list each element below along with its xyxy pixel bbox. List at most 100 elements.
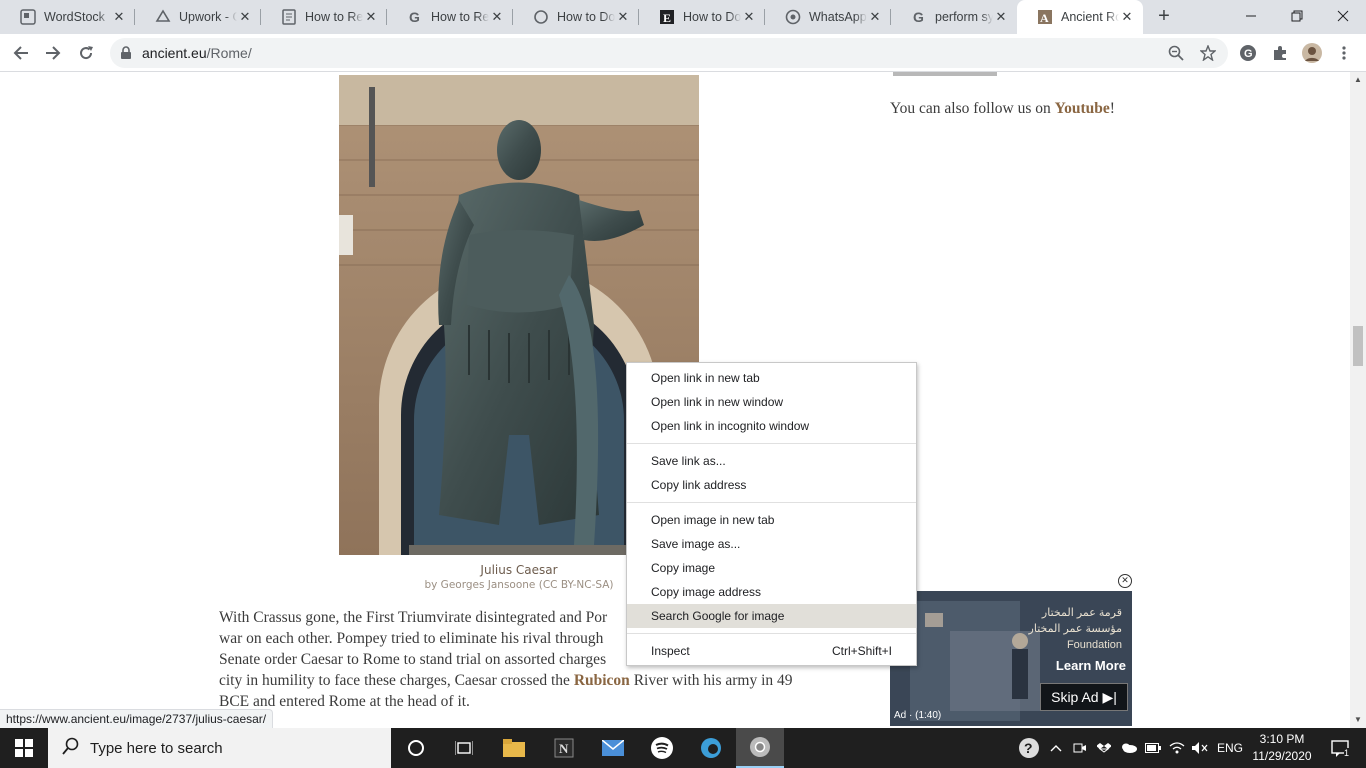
svg-text:N: N [559, 741, 569, 756]
zoom-icon[interactable] [1168, 45, 1184, 61]
save-image-as-item[interactable]: Save image as... [627, 532, 916, 556]
tab-ancient-rome[interactable]: A Ancient Ror ✕ [1017, 0, 1143, 34]
close-window-button[interactable] [1320, 0, 1366, 32]
tab-title: Upwork - G [179, 10, 237, 24]
skip-ad-button[interactable]: Skip Ad ▶| [1040, 683, 1128, 711]
back-button[interactable] [6, 38, 36, 68]
tab-how-to-do-1[interactable]: How to Do ✕ [513, 0, 639, 34]
new-tab-button[interactable]: + [1153, 6, 1175, 28]
url-text: ancient.eu/Rome/ [142, 45, 252, 61]
onedrive-icon[interactable] [1118, 728, 1140, 768]
paragraph-line: city in humility to face these charges, … [219, 672, 793, 689]
open-image-new-tab-item[interactable]: Open image in new tab [627, 508, 916, 532]
close-tab-icon[interactable]: ✕ [615, 9, 631, 25]
open-link-new-window-item[interactable]: Open link in new window [627, 390, 916, 414]
tab-upwork[interactable]: Upwork - G ✕ [135, 0, 261, 34]
scroll-up-arrow-icon[interactable]: ▲ [1354, 75, 1362, 84]
reload-button[interactable] [71, 38, 101, 68]
svg-text:G: G [1244, 48, 1253, 60]
svg-text:?: ? [1024, 740, 1033, 756]
notification-center-icon[interactable]: 1 [1320, 728, 1360, 768]
scrollbar-thumb[interactable] [1353, 326, 1363, 366]
spotify-icon[interactable] [638, 728, 686, 768]
tab-title: How to Rev [305, 10, 363, 24]
lock-icon[interactable] [120, 46, 132, 65]
browser-toolbar: ancient.eu/Rome/ G [0, 34, 1366, 72]
drive-icon [155, 9, 171, 25]
learn-more-link[interactable]: Learn More [1056, 658, 1126, 673]
save-link-as-item[interactable]: Save link as... [627, 449, 916, 473]
tab-title: How to Do [557, 10, 615, 24]
task-view-icon[interactable] [440, 728, 488, 768]
close-tab-icon[interactable]: ✕ [741, 9, 757, 25]
minimize-button[interactable] [1228, 0, 1274, 32]
ancient-icon: A [1037, 9, 1053, 25]
forward-button[interactable] [38, 38, 68, 68]
windows-taskbar: Type here to search N ? ENG 3:10 PM 11/2… [0, 728, 1366, 768]
scroll-down-arrow-icon[interactable]: ▼ [1354, 715, 1362, 724]
cortana-icon[interactable] [392, 728, 440, 768]
file-explorer-icon[interactable] [490, 728, 538, 768]
svg-text:A: A [1040, 11, 1049, 25]
profile-avatar[interactable] [1302, 43, 1322, 63]
follow-text: You can also follow us on Youtube! [890, 100, 1115, 117]
battery-icon[interactable] [1143, 728, 1163, 768]
close-tab-icon[interactable]: ✕ [237, 9, 253, 25]
start-button[interactable] [0, 728, 48, 768]
rubicon-link[interactable]: Rubicon [574, 672, 630, 689]
video-ad[interactable]: قرمة عمر المختار مؤسسة عمر المختار Found… [890, 591, 1132, 726]
bookmark-star-icon[interactable] [1199, 44, 1217, 62]
close-tab-icon[interactable]: ✕ [363, 9, 379, 25]
search-placeholder: Type here to search [90, 739, 223, 757]
tab-whatsapp[interactable]: WhatsApp ✕ [765, 0, 891, 34]
ad-close-icon[interactable]: ✕ [1118, 574, 1132, 588]
search-icon [62, 737, 80, 760]
help-icon[interactable]: ? [1016, 728, 1042, 768]
copy-link-address-item[interactable]: Copy link address [627, 473, 916, 497]
notification-count: 1 [1344, 748, 1350, 758]
tab-title: Ancient Ror [1061, 10, 1119, 24]
volume-muted-icon[interactable] [1190, 728, 1210, 768]
wordstock-icon [20, 9, 36, 25]
grammarly-icon[interactable]: G [1238, 43, 1258, 63]
link-status-bar: https://www.ancient.eu/image/2737/julius… [0, 709, 274, 728]
chevron-up-icon[interactable] [1046, 728, 1066, 768]
tab-title: WordStock [44, 10, 105, 24]
close-tab-icon[interactable]: ✕ [867, 9, 883, 25]
open-link-new-tab-item[interactable]: Open link in new tab [627, 366, 916, 390]
notion-icon[interactable]: N [540, 728, 588, 768]
tab-perform-sy[interactable]: G perform sy ✕ [891, 0, 1017, 34]
address-bar[interactable]: ancient.eu/Rome/ [110, 38, 1228, 68]
tab-wordstock[interactable]: WordStock ✕ [0, 0, 135, 34]
chrome-icon[interactable] [736, 728, 784, 768]
inspect-item[interactable]: Inspect Ctrl+Shift+I [627, 639, 916, 663]
tab-how-to-rev-docs[interactable]: How to Rev ✕ [261, 0, 387, 34]
edge-icon[interactable] [687, 728, 735, 768]
extensions-puzzle-icon[interactable] [1270, 43, 1290, 63]
dropbox-icon[interactable] [1094, 728, 1114, 768]
tab-how-to-do-2[interactable]: E How to Do ✕ [639, 0, 765, 34]
svg-text:G: G [409, 9, 420, 25]
youtube-link[interactable]: Youtube [1055, 100, 1110, 117]
language-indicator[interactable]: ENG [1214, 728, 1246, 768]
close-tab-icon[interactable]: ✕ [1119, 9, 1135, 25]
close-tab-icon[interactable]: ✕ [489, 9, 505, 25]
search-google-for-image-item[interactable]: Search Google for image [627, 604, 916, 628]
page-scrollbar[interactable]: ▲ ▼ [1350, 72, 1366, 728]
wifi-icon[interactable] [1167, 728, 1187, 768]
browser-menu-icon[interactable] [1334, 43, 1354, 63]
google-icon: G [407, 9, 423, 25]
copy-image-item[interactable]: Copy image [627, 556, 916, 580]
taskbar-search[interactable]: Type here to search [48, 728, 391, 768]
sidebar-divider [893, 72, 997, 76]
mail-icon[interactable] [589, 728, 637, 768]
tab-title: perform sy [935, 10, 993, 24]
close-tab-icon[interactable]: ✕ [993, 9, 1009, 25]
restore-button[interactable] [1274, 0, 1320, 32]
close-tab-icon[interactable]: ✕ [111, 9, 127, 25]
system-clock[interactable]: 3:10 PM 11/29/2020 [1250, 731, 1314, 765]
meet-now-icon[interactable] [1070, 728, 1090, 768]
open-link-incognito-item[interactable]: Open link in incognito window [627, 414, 916, 438]
copy-image-address-item[interactable]: Copy image address [627, 580, 916, 604]
tab-how-to-rev-google[interactable]: G How to Rev ✕ [387, 0, 513, 34]
